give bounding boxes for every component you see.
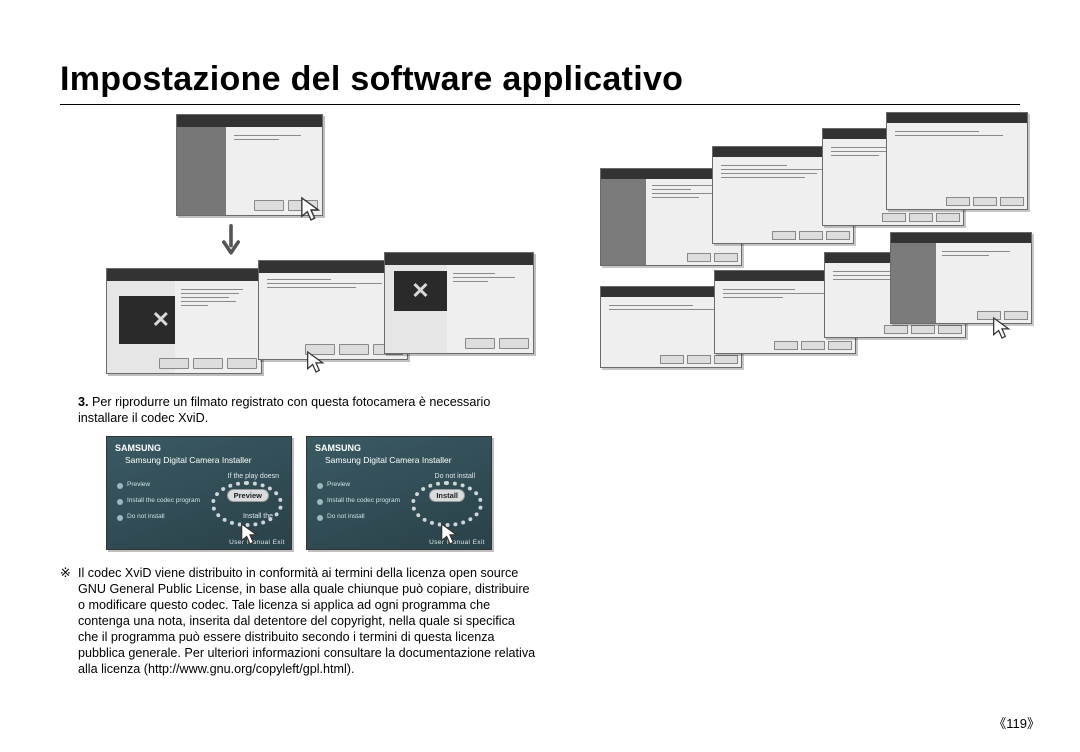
- highlight-label-preview: Preview: [227, 489, 269, 502]
- tag-above: If the play doesn: [228, 473, 279, 480]
- cursor-icon: [300, 196, 322, 222]
- brand-logo: SAMSUNG: [115, 443, 161, 453]
- cursor-icon: [992, 316, 1012, 340]
- page-number: 《119》: [993, 713, 1040, 732]
- highlight-label-install: Install: [429, 489, 465, 502]
- directx-logo: ✕: [394, 271, 447, 311]
- title-rule: [60, 104, 1020, 105]
- tag-above: Do not install: [435, 473, 475, 480]
- cursor-icon: [240, 522, 260, 546]
- page-title: Impostazione del software applicativo: [60, 60, 683, 99]
- highlight-ring: [411, 481, 483, 527]
- screenshot-directx-1: ✕: [106, 268, 260, 372]
- step-text: Per riprodurre un filmato registrato con…: [78, 395, 490, 425]
- step-number: 3.: [78, 395, 89, 409]
- installer-options: Preview Install the codec program Do not…: [317, 479, 397, 527]
- screenshot-wizard-8: [890, 232, 1032, 324]
- installer-header: Samsung Digital Camera Installer: [325, 455, 452, 465]
- note-marker: ※: [60, 565, 71, 580]
- highlight-ring: [211, 481, 283, 527]
- step-3: 3. Per riprodurre un filmato registrato …: [78, 394, 518, 426]
- brand-logo: SAMSUNG: [315, 443, 361, 453]
- cursor-icon: [306, 350, 326, 374]
- screenshot-cluster: [570, 112, 1030, 372]
- installer-card-right: SAMSUNG Samsung Digital Camera Installer…: [306, 436, 492, 550]
- screenshot-wizard-4: [886, 112, 1028, 210]
- cursor-icon: [440, 522, 460, 546]
- screenshot-directx-3: ✕: [384, 252, 532, 352]
- installer-options: Preview Install the codec program Do not…: [117, 479, 197, 527]
- note-text: Il codec XviD viene distribuito in confo…: [78, 565, 536, 677]
- installer-header: Samsung Digital Camera Installer: [125, 455, 252, 465]
- tag-below: Install the: [243, 513, 273, 520]
- arrow-down-icon: [220, 224, 242, 260]
- installer-card-left: SAMSUNG Samsung Digital Camera Installer…: [106, 436, 292, 550]
